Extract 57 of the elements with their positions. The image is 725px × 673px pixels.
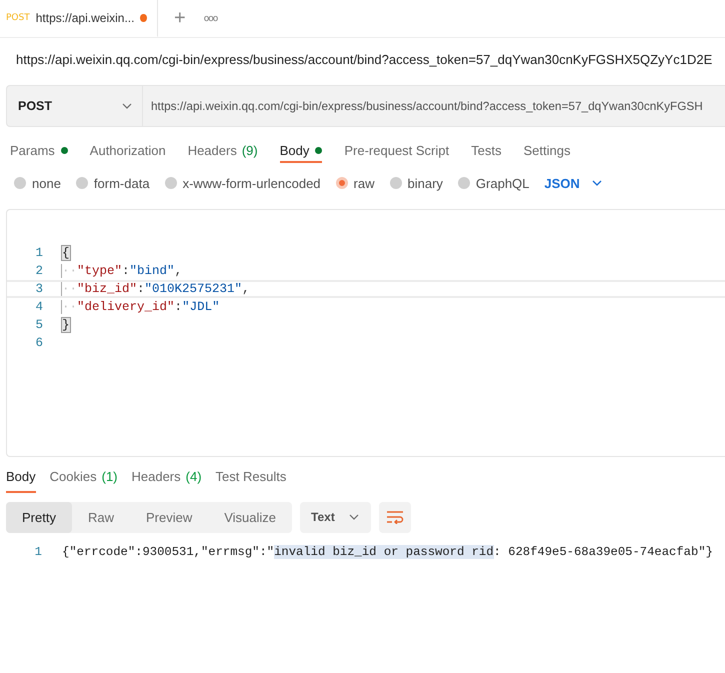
radio-button[interactable] [76, 177, 88, 189]
response-tab[interactable]: Test Results [216, 469, 286, 493]
response-tab[interactable]: Body [6, 469, 36, 493]
request-section-tab[interactable]: Params [10, 137, 68, 163]
code-line: ··"delivery_id":"JDL" [61, 300, 220, 314]
radio-label: form-data [94, 176, 150, 190]
line-number: 6 [34, 336, 43, 350]
radio-button[interactable] [458, 177, 470, 189]
view-mode-button[interactable]: Pretty [6, 502, 72, 532]
radio-label: binary [408, 176, 443, 190]
response-tab[interactable]: Headers (4) [132, 469, 202, 493]
request-section-tab[interactable]: Body [280, 137, 322, 163]
body-type-option[interactable]: form-data [76, 176, 150, 190]
code-line: { [61, 246, 70, 260]
line-number: 1 [34, 246, 43, 260]
format-dropdown[interactable]: JSON [544, 176, 602, 190]
request-section-tab[interactable]: Authorization [90, 137, 166, 163]
request-section-tab[interactable]: Pre-request Script [344, 137, 450, 163]
code-line: ··"biz_id":"010K2575231", [61, 282, 250, 296]
wrap-icon [386, 510, 404, 524]
request-section-tab[interactable]: Headers (9) [188, 137, 258, 163]
response-format-dropdown[interactable]: Text [300, 502, 371, 532]
line-number: 3 [34, 282, 43, 296]
line-number: 2 [34, 264, 43, 278]
view-mode-button[interactable]: Raw [72, 502, 130, 532]
response-line: {"errcode":9300531,"errmsg":"invalid biz_id or password rid: 628f49e5-68a39e05-74eacfab"} [62, 545, 713, 559]
more-button[interactable]: ooo [204, 14, 218, 24]
line-number: 1 [34, 545, 42, 559]
radio-button[interactable] [336, 177, 348, 189]
tab-title: https://api.weixin... [36, 11, 134, 25]
radio-button[interactable] [14, 177, 26, 189]
code-line: ··"type":"bind", [61, 264, 182, 278]
request-title: https://api.weixin.qq.com/cgi-bin/express/business/account/bind?access_token=57_dqYwan30cnKyFGSHX5QZyYc1D2E [15, 51, 714, 69]
body-type-option[interactable]: binary [390, 176, 443, 190]
request-section-tab[interactable]: Settings [523, 137, 570, 163]
radio-button[interactable] [390, 177, 402, 189]
line-number: 5 [34, 318, 43, 332]
code-editor[interactable]: 1 { 2 ··"type":"bind", 3 ··"biz_id":"010K2575231", 4 ··"delivery_id":"JDL" 5 } 6 [6, 209, 725, 457]
radio-label: GraphQL [476, 176, 530, 190]
chevron-icon [348, 514, 359, 520]
radio-label: none [32, 176, 61, 190]
radio-button[interactable] [164, 177, 177, 189]
request-section-tab[interactable]: Tests [471, 137, 502, 163]
body-type-option[interactable]: none [14, 176, 61, 190]
body-type-option[interactable]: GraphQL [458, 176, 530, 190]
body-type-option[interactable]: raw [336, 176, 374, 190]
line-number: 4 [34, 300, 43, 314]
response-tab[interactable]: Cookies (1) [50, 469, 118, 493]
view-mode-button[interactable]: Visualize [208, 502, 292, 532]
new-tab-button[interactable]: + [174, 7, 186, 30]
radio-label: raw [354, 176, 374, 190]
chevron-icon [592, 180, 602, 186]
method-label: POST [6, 13, 30, 23]
wrap-lines-button[interactable] [378, 502, 411, 532]
view-mode-button[interactable]: Preview [130, 502, 208, 532]
request-tab[interactable]: POST https://api.weixin... [0, 0, 158, 37]
code-line: } [61, 318, 70, 332]
